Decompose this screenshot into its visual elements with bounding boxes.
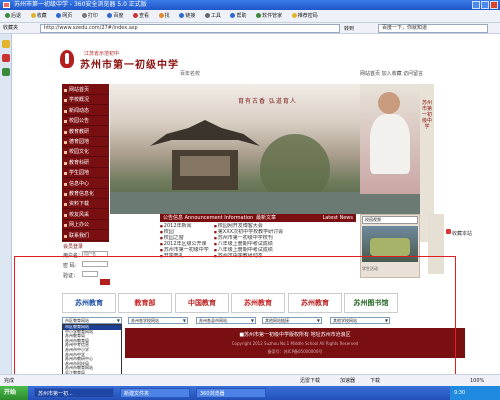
- baidu-icon: [107, 13, 113, 18]
- pavilion-body: [172, 150, 238, 190]
- find-icon: [158, 13, 164, 18]
- favorites-icon[interactable]: [2, 40, 10, 48]
- partner-logo[interactable]: 教育部: [118, 293, 172, 313]
- print-icon: [81, 13, 87, 18]
- nav-item[interactable]: 新闻动态: [62, 107, 109, 116]
- link-select[interactable]: 苏州各县市网站: [196, 317, 256, 324]
- toolbar-find-button[interactable]: 找: [156, 10, 173, 22]
- nav-item[interactable]: 校友风采: [62, 211, 109, 220]
- partner-logo[interactable]: 苏州教育: [231, 293, 285, 313]
- nav-item[interactable]: 网站首页: [62, 86, 109, 95]
- link-select[interactable]: 其他学校网站: [330, 317, 390, 324]
- search-input[interactable]: 百度一下，你就知道: [378, 24, 488, 33]
- nav-item[interactable]: 学生园地: [62, 169, 109, 179]
- close-button[interactable]: [490, 1, 498, 9]
- browser-toolbar: 后退 收藏 网页 打印 百度 查看 找 链接 工具 帮助 软件管家 推荐密码: [0, 10, 500, 23]
- toolbar-help-button[interactable]: 帮助: [227, 10, 249, 22]
- window-titlebar: 苏州市第一初级中学 - 360安全浏览器 5.0 正式版: [0, 0, 500, 10]
- main-nav: 网站首页 学校概况 新闻动态 校园公告 教育教研 德育园地 校园文化 教育科研 学生园地 信息中心…: [62, 84, 109, 242]
- partner-logo[interactable]: 苏州教育: [288, 293, 342, 313]
- partner-logo[interactable]: 苏州图书馆: [344, 293, 398, 313]
- toolbar-back-button[interactable]: 后退: [2, 10, 24, 22]
- school-name: 苏州市第一初级中学: [80, 60, 179, 71]
- toolbar-view-button[interactable]: 查看: [130, 10, 152, 22]
- nav-item[interactable]: 教育科研: [62, 159, 109, 168]
- globe-icon: [56, 13, 62, 18]
- address-bar: 收藏夹 http://www.szedu.com/27#/index.asp 转…: [0, 23, 500, 34]
- nav-item[interactable]: 资料下载: [62, 200, 109, 210]
- more-link[interactable]: Latest News: [322, 214, 353, 222]
- pavilion-roof: [150, 120, 260, 146]
- task-browser-window[interactable]: 苏州市第一初...: [34, 388, 114, 398]
- clock: 9:30: [454, 390, 466, 396]
- back-icon: [5, 13, 10, 18]
- status-bar: 完成 迅雷下载 加速器 下载 100%: [0, 374, 500, 386]
- task-360[interactable]: 360浏览器: [196, 388, 266, 398]
- toolbar-favorites-button[interactable]: 收藏: [28, 10, 50, 22]
- banner-motto: 育有古香 弘道育人: [238, 98, 297, 105]
- school-logo-icon: [60, 50, 74, 68]
- tab-announcements[interactable]: 公告信息 Announcement Information: [163, 215, 253, 221]
- toolbar-print-button[interactable]: 打印: [79, 10, 101, 22]
- key-icon: [291, 13, 297, 18]
- tab-latest-articles[interactable]: 最新文章: [256, 214, 276, 222]
- video-title: 校园视频: [362, 216, 418, 224]
- weibo-icon[interactable]: [2, 54, 10, 62]
- nav-item[interactable]: 网上办公: [62, 221, 109, 231]
- tools-icon: [204, 13, 210, 18]
- maximize-button[interactable]: [481, 1, 489, 9]
- link-select[interactable]: 市区教育网站: [62, 317, 122, 324]
- news-header: 公告信息 Announcement Information 最新文章 Lates…: [160, 214, 356, 222]
- nav-item[interactable]: 联系我们: [62, 232, 109, 241]
- url-input[interactable]: http://www.szedu.com/27#/index.asp: [40, 24, 340, 33]
- nav-item[interactable]: 教育教研: [62, 128, 109, 137]
- nav-item[interactable]: 信息中心: [62, 180, 109, 189]
- toolbar-links-button[interactable]: 链接: [176, 10, 198, 22]
- banner-image: 育有古香 弘道育人: [110, 84, 420, 214]
- article-list: 校园网开发博客大会第XXX次初中学校教学研讨会苏州市第一初级中学校刊八年级上册期…: [214, 223, 354, 259]
- taskbar: 开始 苏州市第一初... 新建文件夹 360浏览器 9:30: [0, 386, 500, 400]
- nav-item[interactable]: 校园文化: [62, 148, 109, 158]
- link-select[interactable]: 其他网站链接: [262, 317, 322, 324]
- toolbar-password-button[interactable]: 推荐密码: [289, 10, 321, 22]
- toolbar-tools-button[interactable]: 工具: [202, 10, 224, 22]
- task-folder[interactable]: 新建文件夹: [120, 388, 190, 398]
- partner-logo[interactable]: 中国教育: [175, 293, 229, 313]
- nav-item[interactable]: 校园公告: [62, 117, 109, 127]
- system-tray: 9:30: [450, 386, 500, 400]
- view-icon: [133, 13, 139, 18]
- side-vertical-text: 苏州市第一初级中学: [422, 100, 433, 130]
- software-icon: [256, 13, 262, 18]
- minimize-button[interactable]: [472, 1, 480, 9]
- bookmark-link[interactable]: 收藏本站: [452, 230, 472, 237]
- toolbar-baidu-button[interactable]: 百度: [104, 10, 126, 22]
- students-photo: [360, 84, 420, 194]
- favorites-label[interactable]: 收藏夹: [3, 23, 23, 34]
- link-select[interactable]: 苏州各学校网站: [128, 317, 188, 324]
- history-icon[interactable]: [2, 68, 10, 76]
- nav-item[interactable]: 学校概况: [62, 96, 109, 106]
- nav-item[interactable]: 德育园地: [62, 138, 109, 147]
- toolbar-software-button[interactable]: 软件管家: [253, 10, 285, 22]
- login-title: 会员登录: [63, 244, 84, 250]
- start-button[interactable]: 开始: [0, 386, 28, 400]
- browser-icon: [3, 2, 10, 8]
- partner-logo[interactable]: 苏州教育: [62, 293, 116, 313]
- pond: [110, 192, 420, 214]
- announcement-list: 2012年新闻校园校园之窗2012年区级公开课苏州市第一初级中学开学典礼: [160, 223, 212, 259]
- header-links[interactable]: 网站首页 加入收藏 访问留言: [360, 70, 423, 77]
- link-icon: [179, 13, 185, 18]
- nav-item[interactable]: 教育信息化: [62, 190, 109, 199]
- toolbar-web-button[interactable]: 网页: [53, 10, 75, 22]
- school-seal: 百年名校: [180, 71, 201, 77]
- window-title: 苏州市第一初级中学 - 360安全浏览器 5.0 正式版: [14, 1, 147, 8]
- bookmark-icon[interactable]: [446, 229, 451, 234]
- help-icon: [230, 13, 236, 18]
- star-icon: [30, 13, 36, 18]
- browser-sidebar: [0, 34, 12, 374]
